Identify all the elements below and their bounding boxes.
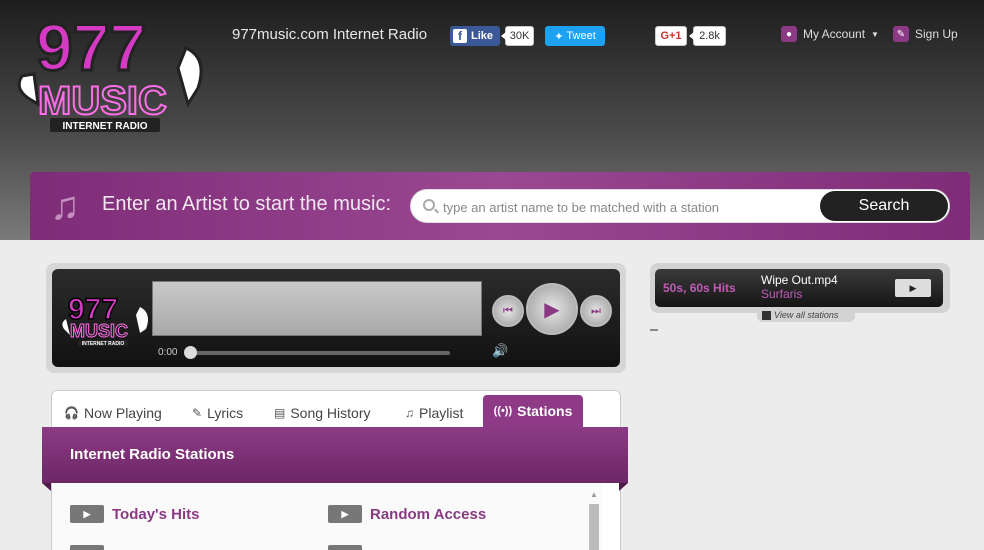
facebook-like-label: Like	[471, 30, 494, 42]
artist-search-input[interactable]	[443, 197, 813, 217]
play-square-icon	[762, 310, 771, 320]
tab-song-history[interactable]: ▤ Song History	[274, 402, 371, 424]
music-note-icon: ♫	[50, 184, 80, 228]
my-account-label: My Account	[803, 27, 866, 41]
seek-handle[interactable]	[184, 346, 197, 359]
view-all-stations-link[interactable]: View all stations	[757, 308, 855, 322]
ribbon-fold-right	[619, 483, 628, 491]
headphone-right-icon	[176, 45, 203, 108]
svg-text:MUSIC: MUSIC	[70, 321, 128, 341]
track-display	[152, 281, 482, 336]
station-item-partial[interactable]	[70, 545, 104, 550]
ribbon-fold-left	[42, 483, 51, 491]
headphones-icon: 🎧	[64, 406, 79, 420]
station-item-partial[interactable]	[328, 545, 362, 550]
play-icon: ▶	[70, 505, 104, 523]
facebook-like-count: 30K	[501, 26, 534, 46]
tweet-button[interactable]: ✦ Tweet	[545, 26, 605, 46]
search-banner: ♫ Enter an Artist to start the music: Se…	[30, 172, 970, 240]
playlist-icon: ♫	[405, 406, 414, 420]
station-list-scrollbar[interactable]: ▲	[588, 490, 600, 550]
station-bar: 50s, 60s Hits Wipe Out.mp4 Surfaris ▶	[655, 269, 943, 307]
tab-lyrics[interactable]: ✎ Lyrics	[192, 402, 243, 424]
gplus-button[interactable]: G+1	[655, 26, 687, 46]
station-name: Random Access	[370, 505, 487, 523]
caret-down-icon: ▼	[871, 29, 879, 39]
player-logo: 977 MUSIC INTERNET RADIO	[62, 292, 148, 347]
player-frame: 977 MUSIC INTERNET RADIO 0:00 🔊 ⏮ ▶ ⏭	[46, 263, 626, 373]
radio-icon: ((•))	[493, 405, 513, 417]
play-button[interactable]: ▶	[526, 283, 578, 335]
tweet-label: Tweet	[566, 30, 596, 42]
logo-word: MUSIC	[38, 79, 167, 123]
lyrics-icon: ✎	[192, 406, 203, 420]
station-play-button[interactable]: ▶	[895, 279, 931, 297]
search-icon	[423, 199, 435, 211]
tab-stations[interactable]: ((•)) Stations	[483, 395, 583, 427]
view-all-label: View all stations	[774, 310, 839, 320]
facebook-icon: f	[453, 29, 467, 43]
current-artist[interactable]: Surfaris	[761, 287, 802, 301]
tab-label: Lyrics	[207, 405, 244, 421]
now-playing-station: 50s, 60s Hits Wipe Out.mp4 Surfaris ▶	[650, 263, 950, 313]
facebook-like-button[interactable]: f Like	[450, 26, 500, 46]
logo-tagline: INTERNET RADIO	[63, 121, 148, 132]
previous-icon: ⏮	[503, 304, 513, 317]
site-title: 977music.com Internet Radio	[232, 26, 428, 43]
twitter-bird-icon: ✦	[554, 30, 564, 43]
tab-playlist[interactable]: ♫ Playlist	[405, 402, 463, 424]
elapsed-time: 0:00	[158, 347, 178, 358]
svg-text:INTERNET RADIO: INTERNET RADIO	[82, 341, 125, 347]
audio-player: 977 MUSIC INTERNET RADIO 0:00 🔊 ⏮ ▶ ⏭	[52, 269, 620, 367]
previous-button[interactable]: ⏮	[492, 295, 524, 327]
station-item-todays-hits[interactable]: ▶ Today's Hits	[70, 505, 199, 523]
my-account-menu[interactable]: ● My Account ▼	[781, 26, 879, 42]
volume-icon[interactable]: 🔊	[492, 343, 508, 359]
divider	[650, 329, 658, 331]
tab-label: Now Playing	[83, 405, 162, 421]
gplus-count: 2.8k	[689, 26, 726, 46]
play-icon: ▶	[328, 505, 362, 523]
stations-title: Internet Radio Stations	[70, 446, 235, 463]
search-button[interactable]: Search	[820, 191, 948, 221]
station-genre[interactable]: 50s, 60s Hits	[663, 281, 736, 295]
user-icon: ●	[781, 26, 797, 42]
pencil-icon: ✎	[893, 26, 909, 42]
current-song: Wipe Out.mp4	[761, 273, 838, 287]
play-icon: ▶	[544, 298, 560, 321]
tab-label: Stations	[517, 403, 573, 419]
logo-number: 977	[36, 10, 146, 84]
next-button[interactable]: ⏭	[580, 295, 612, 327]
tab-now-playing[interactable]: 🎧 Now Playing	[64, 402, 162, 424]
tab-label: Song History	[290, 405, 371, 421]
station-name: Today's Hits	[112, 505, 200, 523]
seek-bar[interactable]	[188, 351, 450, 355]
sign-up-label: Sign Up	[915, 27, 958, 41]
scroll-up-icon[interactable]: ▲	[590, 490, 598, 499]
next-icon: ⏭	[591, 304, 601, 317]
site-logo[interactable]: 977 MUSIC INTERNET RADIO	[8, 8, 208, 138]
sign-up-link[interactable]: ✎ Sign Up	[893, 26, 958, 42]
scroll-thumb[interactable]	[589, 504, 599, 550]
play-icon: ▶	[909, 282, 917, 293]
tab-label: Playlist	[419, 405, 464, 421]
search-prompt: Enter an Artist to start the music:	[102, 193, 392, 215]
history-icon: ▤	[274, 406, 286, 420]
search-box: Search	[410, 189, 950, 223]
station-item-random-access[interactable]: ▶ Random Access	[328, 505, 486, 523]
